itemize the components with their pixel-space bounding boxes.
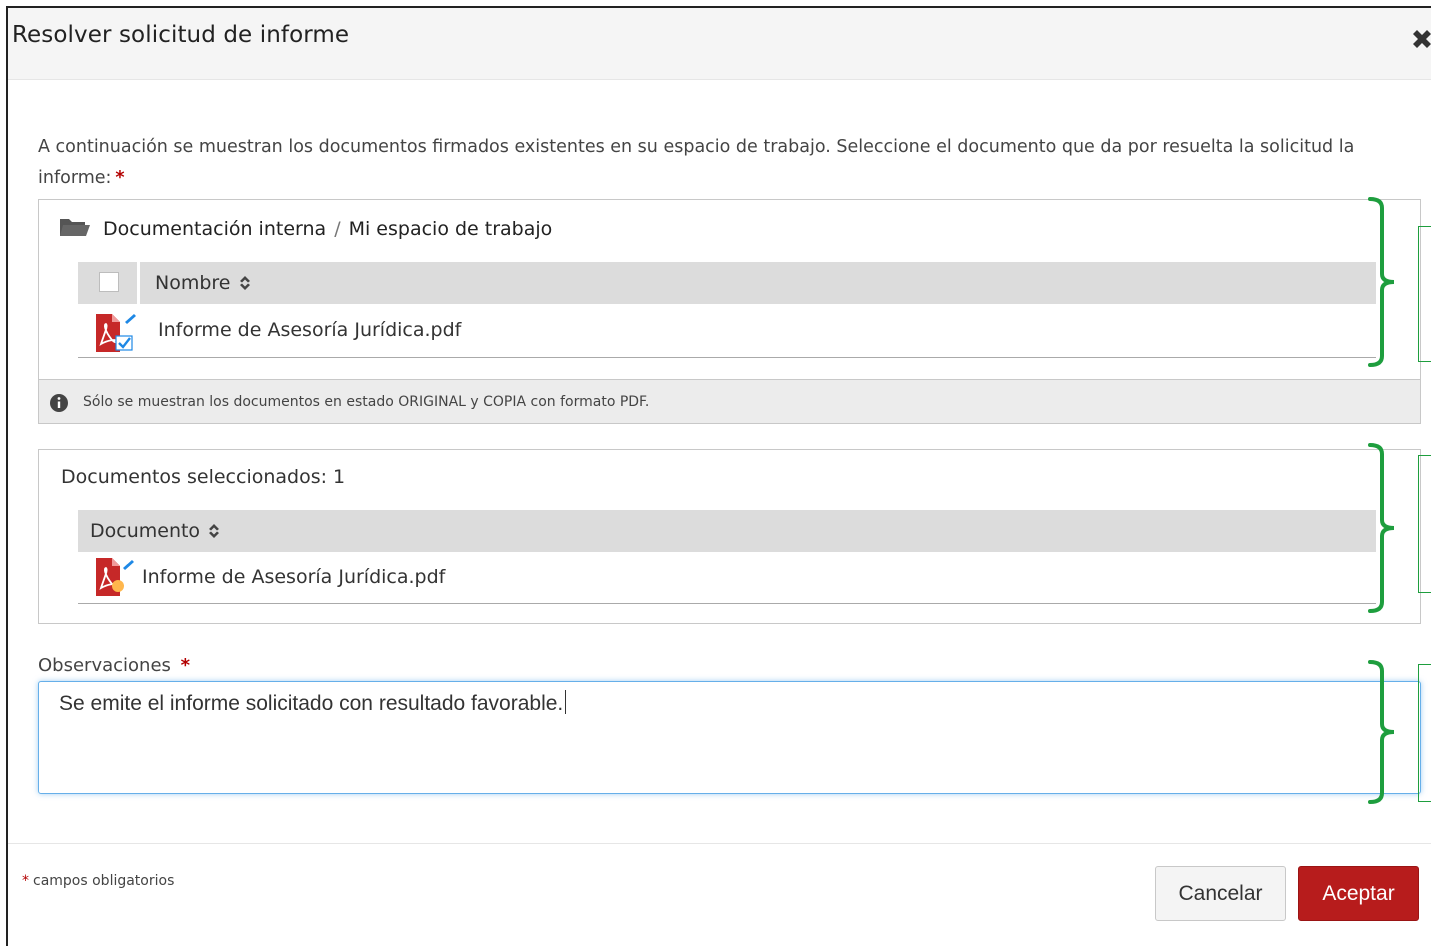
signed-pdf-icon <box>92 312 138 360</box>
breadcrumb-root[interactable]: Documentación interna <box>103 218 326 240</box>
column-document-label: Documento <box>90 520 201 542</box>
cancel-button[interactable]: Cancelar <box>1155 866 1286 921</box>
observations-label-text: Observaciones <box>38 655 171 676</box>
observations-value: Se emite el informe solicitado con resul… <box>59 692 564 715</box>
column-name-header[interactable]: Nombre <box>155 272 251 296</box>
selected-count: Documentos seleccionados: 1 <box>61 466 346 488</box>
annotation-callout <box>1418 664 1431 802</box>
breadcrumb-current: Mi espacio de trabajo <box>348 218 553 240</box>
accept-button[interactable]: Aceptar <box>1298 866 1419 921</box>
annotation-bracket <box>1368 197 1395 367</box>
table-row[interactable]: Informe de Asesoría Jurídica.pdf <box>78 554 1376 604</box>
resolve-report-modal: Resolver solicitud de informe A continua… <box>6 6 1431 946</box>
signed-pdf-icon <box>92 556 138 604</box>
selected-documents-panel: Documentos seleccionados: 1 Documento In… <box>38 449 1421 624</box>
table-row[interactable]: Informe de Asesoría Jurídica.pdf <box>78 308 1376 358</box>
document-name[interactable]: Informe de Asesoría Jurídica.pdf <box>142 566 445 588</box>
required-fields-note: * campos obligatorios <box>22 873 174 889</box>
sort-icon[interactable] <box>208 522 220 544</box>
intro-text: A continuación se muestran los documento… <box>38 132 1378 194</box>
breadcrumb: Documentación interna / Mi espacio de trab… <box>59 216 552 243</box>
workspace-documents-panel: Documentación interna / Mi espacio de trab… <box>38 199 1421 424</box>
modal-header: Resolver solicitud de informe <box>8 8 1431 80</box>
info-icon <box>49 393 69 417</box>
document-name[interactable]: Informe de Asesoría Jurídica.pdf <box>158 319 461 341</box>
observations-textarea[interactable]: Se emite el informe solicitado con resul… <box>38 681 1421 794</box>
annotation-callout <box>1418 226 1431 362</box>
annotation-callout <box>1418 455 1431 593</box>
required-mark: * <box>22 873 29 889</box>
annotation-bracket <box>1368 660 1395 804</box>
required-mark: * <box>180 655 191 676</box>
folder-open-icon <box>59 216 91 243</box>
close-icon[interactable] <box>1407 26 1431 56</box>
sort-icon[interactable] <box>239 274 251 296</box>
footer-divider <box>8 843 1431 844</box>
text-caret <box>565 690 567 714</box>
select-all-checkbox[interactable] <box>99 272 119 292</box>
select-all-cell <box>78 262 140 304</box>
column-document-header[interactable]: Documento <box>90 520 220 544</box>
column-name-label: Nombre <box>155 272 231 294</box>
modal-title: Resolver solicitud de informe <box>12 22 350 48</box>
annotation-bracket <box>1368 443 1395 613</box>
breadcrumb-separator: / <box>334 218 341 240</box>
info-note: Sólo se muestran los documentos en estad… <box>83 394 650 410</box>
required-mark: * <box>115 168 125 188</box>
selected-table-header: Documento <box>78 510 1376 552</box>
panel-info-footer: Sólo se muestran los documentos en estad… <box>39 379 1420 423</box>
intro-message: A continuación se muestran los documento… <box>38 137 1355 188</box>
required-note-text: campos obligatorios <box>33 873 175 889</box>
observations-label: Observaciones * <box>38 655 190 676</box>
documents-table-header: Nombre <box>78 262 1376 304</box>
